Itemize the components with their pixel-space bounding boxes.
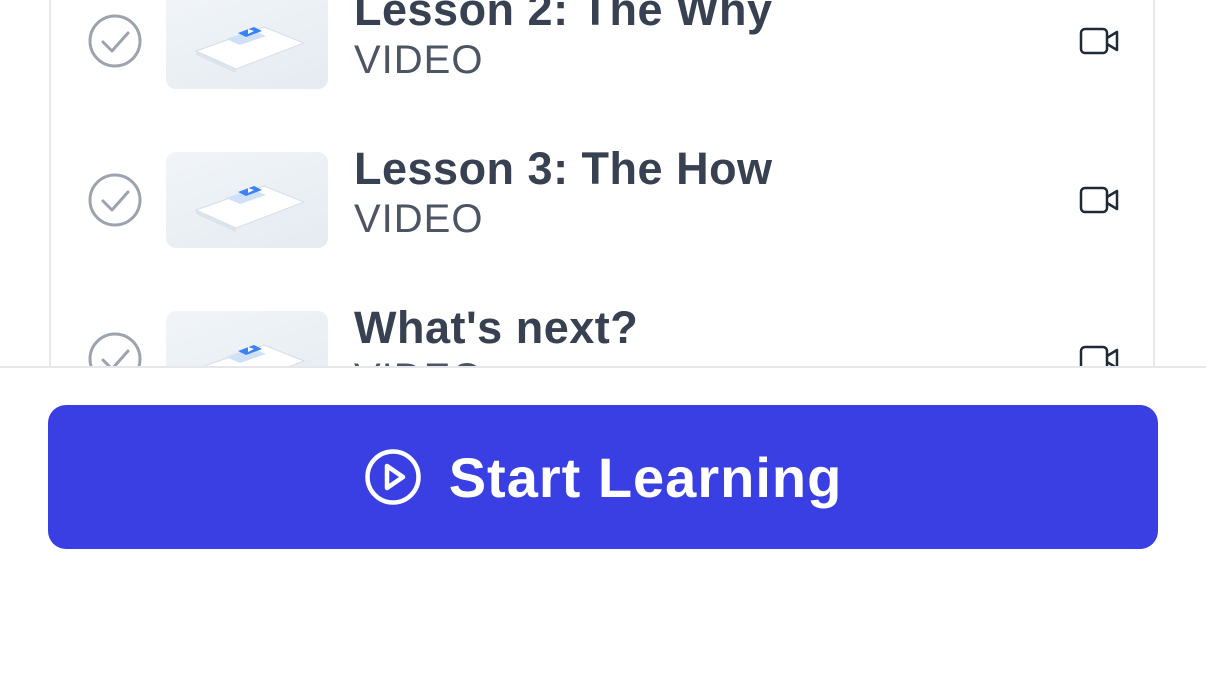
check-circle-icon xyxy=(88,173,142,227)
lesson-item[interactable]: Lesson 2: The Why VIDEO xyxy=(51,0,1157,90)
lesson-type: VIDEO xyxy=(354,197,484,241)
lesson-title: Lesson 3: The How xyxy=(354,143,773,194)
video-camera-icon xyxy=(1079,27,1119,55)
play-circle-icon xyxy=(364,449,421,505)
start-learning-button[interactable]: Start Learning xyxy=(48,405,1158,549)
start-learning-label: Start Learning xyxy=(448,445,843,509)
lesson-type: VIDEO xyxy=(354,38,484,82)
lesson-thumbnail xyxy=(166,152,328,248)
course-lessons-screen: Lesson 2: The Why VIDEO Lesson 3: The Ho… xyxy=(0,0,1206,687)
lesson-title: What's next? xyxy=(354,302,639,353)
check-circle-icon xyxy=(88,332,142,366)
lesson-list-card: Lesson 2: The Why VIDEO Lesson 3: The Ho… xyxy=(49,0,1155,366)
check-circle-icon xyxy=(88,14,142,68)
bottom-bar-divider xyxy=(0,366,1206,368)
lesson-title: Lesson 2: The Why xyxy=(354,0,773,35)
video-camera-icon xyxy=(1079,186,1119,214)
video-camera-icon xyxy=(1079,345,1119,366)
lesson-thumbnail xyxy=(166,311,328,366)
lesson-item[interactable]: Lesson 3: The How VIDEO xyxy=(51,90,1157,249)
lesson-item[interactable]: What's next? VIDEO xyxy=(51,249,1157,366)
lesson-list-scroll[interactable]: Lesson 2: The Why VIDEO Lesson 3: The Ho… xyxy=(0,0,1206,366)
lesson-type: VIDEO xyxy=(354,356,483,366)
lesson-thumbnail xyxy=(166,0,328,89)
